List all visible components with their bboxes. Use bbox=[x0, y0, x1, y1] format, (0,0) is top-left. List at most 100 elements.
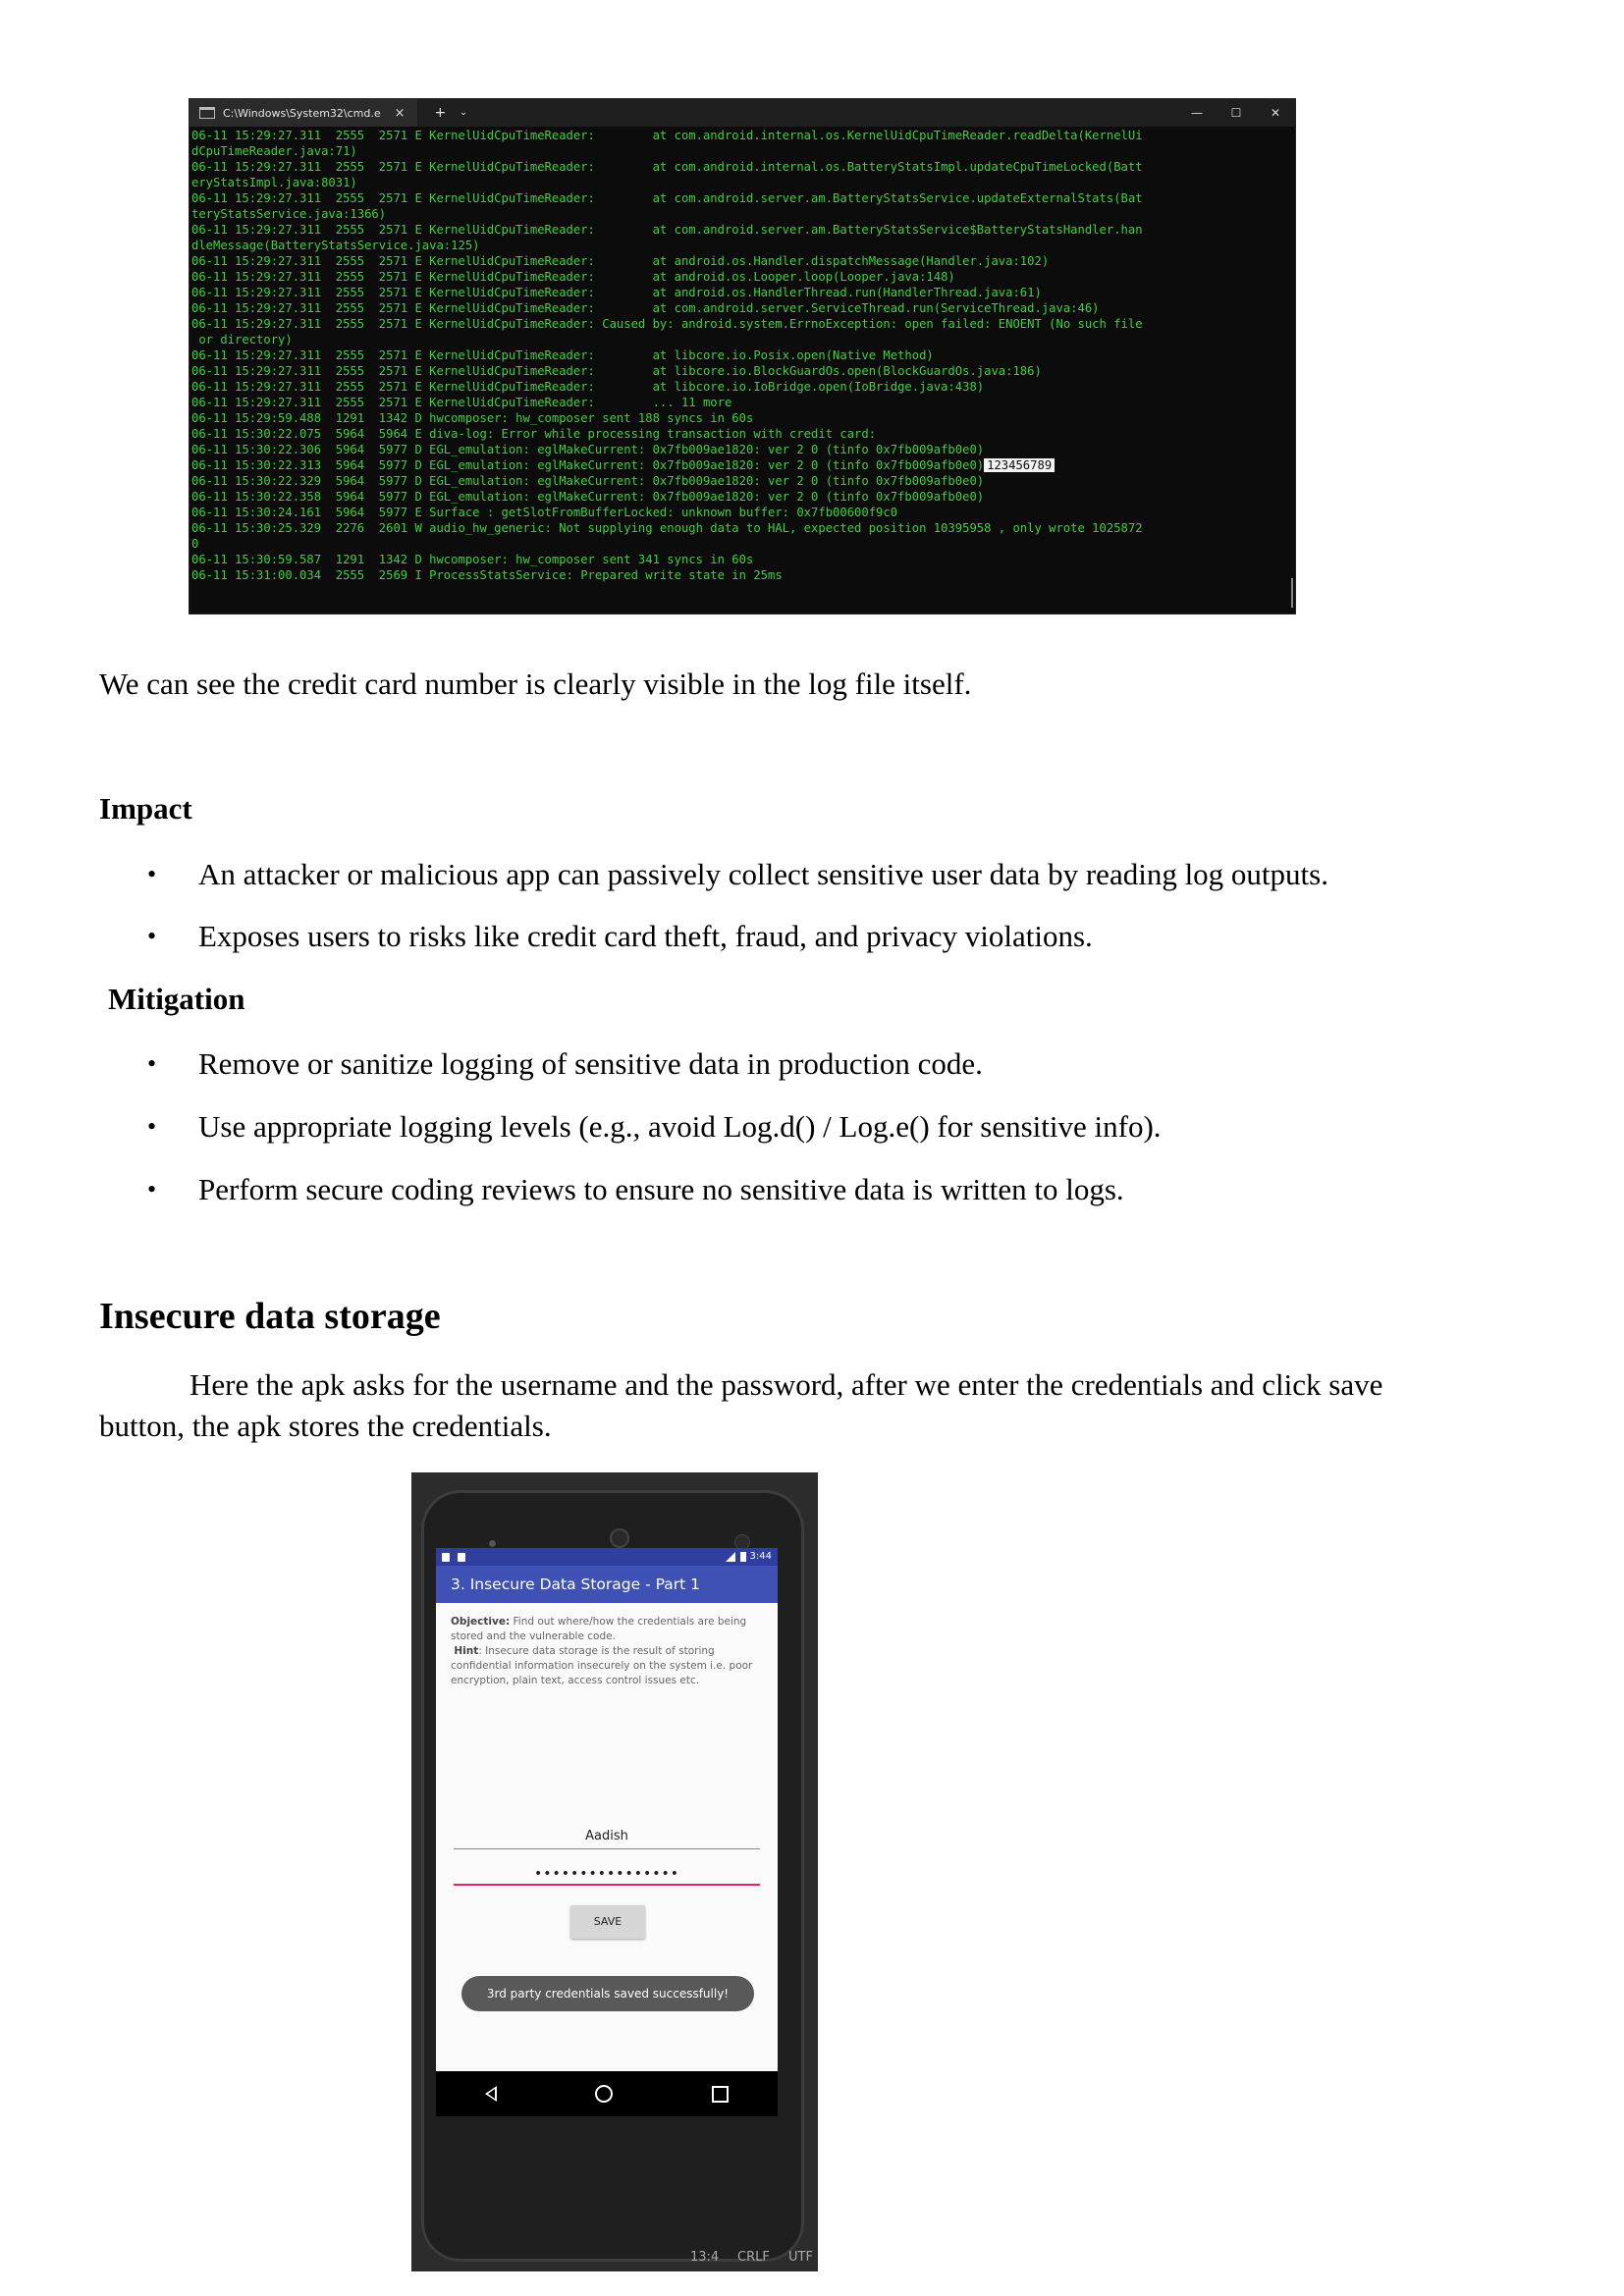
status-bar: 3:44 bbox=[436, 1548, 778, 1566]
close-icon[interactable]: ✕ bbox=[1256, 99, 1295, 127]
phone-screen: 3:44 3. Insecure Data Storage - Part 1 O… bbox=[436, 1548, 778, 2116]
mitigation-heading: Mitigation bbox=[108, 982, 245, 1016]
list-item-text: Exposes users to risks like credit card … bbox=[198, 919, 1093, 953]
log-line: 06-11 15:29:27.311 2555 2571 E KernelUid… bbox=[191, 128, 1293, 143]
minimize-icon[interactable]: — bbox=[1177, 99, 1217, 127]
log-line-text: 06-11 15:29:27.311 2555 2571 E KernelUid… bbox=[191, 380, 985, 394]
log-line: 06-11 15:29:59.488 1291 1342 D hwcompose… bbox=[191, 410, 1293, 426]
encoding[interactable]: UTF bbox=[788, 2250, 813, 2265]
navigation-bar bbox=[436, 2071, 778, 2116]
log-line-text: 0 bbox=[191, 537, 199, 551]
log-line-text: 06-11 15:29:27.311 2555 2571 E KernelUid… bbox=[191, 396, 732, 409]
list-item-text: Use appropriate logging levels (e.g., av… bbox=[198, 1109, 1162, 1144]
log-line-text: teryStatsService.java:1366) bbox=[191, 207, 387, 221]
log-line-text: 06-11 15:29:27.311 2555 2571 E KernelUid… bbox=[191, 301, 1100, 315]
line-ending[interactable]: CRLF bbox=[737, 2250, 770, 2265]
log-line: eryStatsImpl.java:8031) bbox=[191, 175, 1293, 190]
log-line-text: 06-11 15:29:27.311 2555 2571 E KernelUid… bbox=[191, 286, 1042, 299]
list-item: • Exposes users to risks like credit car… bbox=[147, 917, 1093, 956]
log-line-text: 06-11 15:30:22.306 5964 5977 D EGL_emula… bbox=[191, 443, 985, 456]
log-line: 06-11 15:29:27.311 2555 2571 E KernelUid… bbox=[191, 269, 1293, 285]
ide-status-bar: 13:4 CRLF UTF bbox=[411, 2244, 818, 2271]
log-line: 06-11 15:30:24.161 5964 5977 E Surface :… bbox=[191, 505, 1293, 520]
section-paragraph-line-2: button, the apk stores the credentials. bbox=[99, 1409, 552, 1443]
sensor-icon bbox=[489, 1540, 496, 1547]
log-line-text: dleMessage(BatteryStatsService.java:125) bbox=[191, 239, 480, 252]
log-line: 06-11 15:29:27.311 2555 2571 E KernelUid… bbox=[191, 190, 1293, 206]
tab-title: C:\Windows\System32\cmd.e bbox=[223, 106, 381, 120]
log-line: 06-11 15:29:27.311 2555 2571 E KernelUid… bbox=[191, 379, 1293, 395]
objective-text: Objective: Find out where/how the creden… bbox=[451, 1615, 765, 1688]
log-line-text: dCpuTimeReader.java:71) bbox=[191, 144, 357, 158]
bullet-icon: • bbox=[147, 1175, 157, 1203]
log-line-text: 06-11 15:29:27.311 2555 2571 E KernelUid… bbox=[191, 129, 1143, 142]
terminal-tab[interactable]: C:\Windows\System32\cmd.e × bbox=[189, 99, 417, 127]
save-button[interactable]: SAVE bbox=[570, 1905, 645, 1939]
log-line-text: 06-11 15:29:27.311 2555 2571 E KernelUid… bbox=[191, 364, 1042, 378]
log-line: 06-11 15:29:27.311 2555 2571 E KernelUid… bbox=[191, 316, 1293, 332]
log-line-text: 06-11 15:29:27.311 2555 2571 E KernelUid… bbox=[191, 191, 1143, 205]
cursor-position[interactable]: 13:4 bbox=[690, 2250, 719, 2265]
list-item: • Perform secure coding reviews to ensur… bbox=[147, 1170, 1124, 1209]
camera-icon bbox=[610, 1528, 629, 1548]
log-line-text: 06-11 15:30:22.358 5964 5977 D EGL_emula… bbox=[191, 490, 985, 504]
app-title: 3. Insecure Data Storage - Part 1 bbox=[436, 1566, 778, 1603]
log-line: 0 bbox=[191, 536, 1293, 552]
terminal-output: 06-11 15:29:27.311 2555 2571 E KernelUid… bbox=[189, 127, 1295, 583]
app-content: Objective: Find out where/how the creden… bbox=[436, 1603, 778, 2079]
terminal-titlebar: C:\Windows\System32\cmd.e × + ⌄ — ☐ ✕ bbox=[189, 99, 1295, 127]
log-line: dleMessage(BatteryStatsService.java:125) bbox=[191, 238, 1293, 253]
recents-icon[interactable] bbox=[711, 2085, 729, 2103]
battery-icon bbox=[739, 1552, 746, 1562]
log-line: 06-11 15:30:25.329 2276 2601 W audio_hw_… bbox=[191, 520, 1293, 536]
log-line: 06-11 15:29:27.311 2555 2571 E KernelUid… bbox=[191, 253, 1293, 269]
log-line-text: 06-11 15:30:25.329 2276 2601 W audio_hw_… bbox=[191, 521, 1143, 535]
log-line: dCpuTimeReader.java:71) bbox=[191, 143, 1293, 159]
bullet-icon: • bbox=[147, 922, 157, 950]
log-line: 06-11 15:29:27.311 2555 2571 E KernelUid… bbox=[191, 395, 1293, 410]
back-icon[interactable] bbox=[485, 2086, 498, 2102]
hint-body: : Insecure data storage is the result of… bbox=[451, 1645, 753, 1686]
new-tab-icon[interactable]: + bbox=[435, 105, 447, 121]
username-field[interactable]: Aadish bbox=[454, 1829, 760, 1849]
phone-screenshot: 3:44 3. Insecure Data Storage - Part 1 O… bbox=[411, 1472, 818, 2271]
maximize-icon[interactable]: ☐ bbox=[1217, 99, 1256, 127]
log-line: or directory) bbox=[191, 332, 1293, 347]
log-line-text: 06-11 15:29:27.311 2555 2571 E KernelUid… bbox=[191, 223, 1143, 237]
bullet-icon: • bbox=[147, 1049, 157, 1078]
log-line: 06-11 15:29:27.311 2555 2571 E KernelUid… bbox=[191, 159, 1293, 175]
list-item-text: An attacker or malicious app can passive… bbox=[198, 857, 1328, 891]
log-line: 06-11 15:30:22.075 5964 5964 E diva-log:… bbox=[191, 426, 1293, 442]
log-line-text: 06-11 15:31:00.034 2555 2569 I ProcessSt… bbox=[191, 568, 783, 582]
log-line: 06-11 15:29:27.311 2555 2571 E KernelUid… bbox=[191, 222, 1293, 238]
log-line-text: or directory) bbox=[191, 333, 293, 347]
log-line: 06-11 15:29:27.311 2555 2571 E KernelUid… bbox=[191, 347, 1293, 363]
log-line: teryStatsService.java:1366) bbox=[191, 206, 1293, 222]
password-field[interactable]: •••••••••••••••• bbox=[454, 1866, 760, 1886]
list-item-text: Perform secure coding reviews to ensure … bbox=[198, 1172, 1124, 1206]
log-line-text: 06-11 15:29:59.488 1291 1342 D hwcompose… bbox=[191, 411, 754, 425]
cmd-icon bbox=[199, 107, 215, 119]
log-line: 06-11 15:29:27.311 2555 2571 E KernelUid… bbox=[191, 300, 1293, 316]
signal-icon bbox=[725, 1552, 735, 1562]
highlighted-credit-card: 123456789 bbox=[984, 458, 1056, 472]
clock: 3:44 bbox=[749, 1551, 772, 1562]
log-line-text: 06-11 15:29:27.311 2555 2571 E KernelUid… bbox=[191, 254, 1050, 268]
section-title: Insecure data storage bbox=[99, 1296, 441, 1337]
close-tab-icon[interactable]: × bbox=[395, 106, 406, 121]
log-line-text: 06-11 15:29:27.311 2555 2571 E KernelUid… bbox=[191, 348, 934, 362]
list-item-text: Remove or sanitize logging of sensitive … bbox=[198, 1046, 983, 1081]
log-line-text: eryStatsImpl.java:8031) bbox=[191, 176, 357, 189]
log-line-text: 06-11 15:29:27.311 2555 2571 E KernelUid… bbox=[191, 270, 955, 284]
chevron-down-icon[interactable]: ⌄ bbox=[460, 108, 467, 118]
log-line: 06-11 15:30:22.306 5964 5977 D EGL_emula… bbox=[191, 442, 1293, 457]
home-icon[interactable] bbox=[595, 2085, 614, 2103]
section-paragraph-line-1: Here the apk asks for the username and t… bbox=[189, 1367, 1383, 1402]
terminal-window: C:\Windows\System32\cmd.e × + ⌄ — ☐ ✕ 06… bbox=[189, 98, 1296, 614]
log-line-text: 06-11 15:30:22.329 5964 5977 D EGL_emula… bbox=[191, 474, 985, 488]
impact-heading: Impact bbox=[99, 791, 192, 826]
log-line: 06-11 15:30:22.358 5964 5977 D EGL_emula… bbox=[191, 489, 1293, 505]
log-line: 06-11 15:29:27.311 2555 2571 E KernelUid… bbox=[191, 363, 1293, 379]
list-item: • Remove or sanitize logging of sensitiv… bbox=[147, 1044, 983, 1084]
scrollbar[interactable] bbox=[1291, 578, 1293, 608]
